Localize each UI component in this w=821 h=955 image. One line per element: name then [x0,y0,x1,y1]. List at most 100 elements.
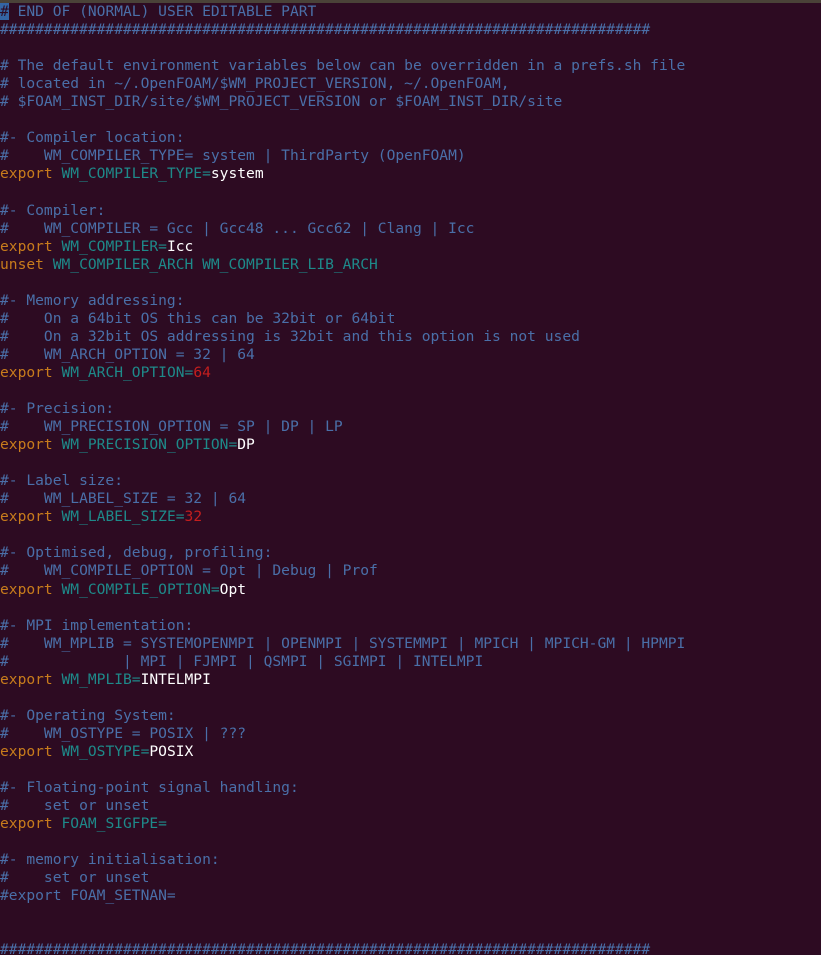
variable-value: POSIX [149,742,194,760]
separator-hashes: ########################################… [0,21,651,39]
variable-value: INTELMPI [140,670,211,688]
code-line[interactable] [0,111,821,129]
plain-text [53,436,62,453]
code-line[interactable]: # WM_PRECISION_OPTION = SP | DP | LP [0,418,821,436]
text-editor-content[interactable]: # END OF (NORMAL) USER EDITABLE PART ####… [0,3,821,955]
variable-value: system [210,165,264,183]
comment-text: #- Floating-point signal handling: [0,779,299,797]
code-line[interactable]: unset WM_COMPILER_ARCH WM_COMPILER_LIB_A… [0,256,821,274]
code-line[interactable]: export WM_ARCH_OPTION=64 [0,364,821,382]
code-line[interactable]: ########################################… [0,941,821,955]
code-line[interactable] [0,526,821,544]
code-line[interactable]: #- Memory addressing: [0,292,821,310]
comment-text: #- Compiler location: [0,129,185,147]
comment-text: # On a 64bit OS this can be 32bit or 64b… [0,309,396,327]
code-line[interactable]: # set or unset [0,869,821,887]
code-line[interactable]: # located in ~/.OpenFOAM/$WM_PROJECT_VER… [0,75,821,93]
variable-name: WM_COMPILER_ARCH WM_COMPILER_LIB_ARCH [52,255,378,273]
code-line[interactable]: #- Floating-point signal handling: [0,779,821,797]
code-line[interactable]: #- Precision: [0,400,821,418]
code-line[interactable]: # $FOAM_INST_DIR/site/$WM_PROJECT_VERSIO… [0,93,821,111]
code-line[interactable]: export WM_PRECISION_OPTION=DP [0,436,821,454]
comment-text: #- Memory addressing: [0,291,185,309]
code-line[interactable] [0,833,821,851]
text-cursor[interactable]: # [0,3,9,20]
code-line[interactable]: #- Compiler location: [0,129,821,147]
code-line[interactable] [0,454,821,472]
plain-text [53,671,62,688]
code-line[interactable]: # WM_ARCH_OPTION = 32 | 64 [0,346,821,364]
variable-value: Opt [219,580,247,598]
code-line[interactable] [0,39,821,57]
code-line[interactable]: #- Optimised, debug, profiling: [0,544,821,562]
shell-keyword: export [0,580,53,598]
comment-text: #- Operating System: [0,706,176,724]
variable-name: WM_LABEL_SIZE= [61,508,185,526]
code-line[interactable]: # WM_LABEL_SIZE = 32 | 64 [0,490,821,508]
comment-text: #- Compiler: [0,201,106,219]
code-line[interactable]: # | MPI | FJMPI | QSMPI | SGIMPI | INTEL… [0,653,821,671]
code-line[interactable] [0,761,821,779]
numeric-value: 32 [184,508,203,526]
shell-keyword: export [0,165,53,183]
comment-text: # WM_COMPILER_TYPE= system | ThirdParty … [0,147,466,165]
code-line[interactable]: export WM_MPLIB=INTELMPI [0,671,821,689]
code-line[interactable]: export WM_COMPILER=Icc [0,238,821,256]
variable-name: WM_MPLIB= [61,670,141,688]
code-line[interactable] [0,274,821,292]
shell-keyword: export [0,363,53,381]
comment-text: # set or unset [0,797,150,815]
variable-name: FOAM_SIGFPE= [61,815,167,833]
comment-text: # set or unset [0,869,150,887]
code-line[interactable]: # END OF (NORMAL) USER EDITABLE PART [0,3,821,21]
code-line[interactable]: # WM_COMPILER = Gcc | Gcc48 ... Gcc62 | … [0,220,821,238]
variable-name: WM_ARCH_OPTION= [61,363,194,381]
code-line[interactable]: export WM_COMPILE_OPTION=Opt [0,581,821,599]
code-line[interactable] [0,905,821,923]
comment-text: END OF (NORMAL) USER EDITABLE PART [8,3,317,20]
code-line[interactable]: export FOAM_SIGFPE= [0,815,821,833]
code-line[interactable] [0,183,821,201]
comment-text: #- MPI implementation: [0,616,194,634]
code-line[interactable]: # The default environment variables belo… [0,57,821,75]
code-line[interactable]: # WM_COMPILER_TYPE= system | ThirdParty … [0,147,821,165]
code-line[interactable]: export WM_LABEL_SIZE=32 [0,508,821,526]
code-line[interactable] [0,923,821,941]
code-line[interactable]: # WM_OSTYPE = POSIX | ??? [0,725,821,743]
shell-keyword: export [0,670,53,688]
plain-text [53,508,62,525]
code-line[interactable] [0,599,821,617]
code-line[interactable]: # set or unset [0,797,821,815]
code-line[interactable]: ########################################… [0,21,821,39]
code-line[interactable]: # WM_COMPILE_OPTION = Opt | Debug | Prof [0,562,821,580]
code-line[interactable]: # WM_MPLIB = SYSTEMOPENMPI | OPENMPI | S… [0,635,821,653]
code-line[interactable]: #export FOAM_SETNAN= [0,887,821,905]
variable-value: Icc [166,237,194,255]
code-line[interactable]: # On a 32bit OS addressing is 32bit and … [0,328,821,346]
shell-keyword: export [0,815,53,833]
plain-text [53,165,62,182]
code-line[interactable]: export WM_OSTYPE=POSIX [0,743,821,761]
code-line[interactable] [0,382,821,400]
shell-keyword: unset [0,255,44,273]
shell-keyword: export [0,237,53,255]
code-line[interactable]: #- Label size: [0,472,821,490]
code-line[interactable]: #- MPI implementation: [0,617,821,635]
code-line[interactable]: export WM_COMPILER_TYPE=system [0,165,821,183]
variable-name: WM_COMPILE_OPTION= [61,580,220,598]
shell-keyword: export [0,742,53,760]
comment-text: #- Label size: [0,472,124,490]
variable-name: WM_COMPILER= [61,237,167,255]
code-line[interactable]: # On a 64bit OS this can be 32bit or 64b… [0,310,821,328]
code-line[interactable]: #- memory initialisation: [0,851,821,869]
comment-text: # WM_ARCH_OPTION = 32 | 64 [0,345,255,363]
comment-text: # $FOAM_INST_DIR/site/$WM_PROJECT_VERSIO… [0,93,563,111]
code-line[interactable] [0,689,821,707]
variable-name: WM_OSTYPE= [61,742,150,760]
plain-text [53,238,62,255]
shell-keyword: export [0,436,53,454]
code-line[interactable]: #- Operating System: [0,707,821,725]
code-line[interactable]: #- Compiler: [0,202,821,220]
variable-name: WM_PRECISION_OPTION= [61,436,238,454]
variable-value: DP [237,436,255,454]
